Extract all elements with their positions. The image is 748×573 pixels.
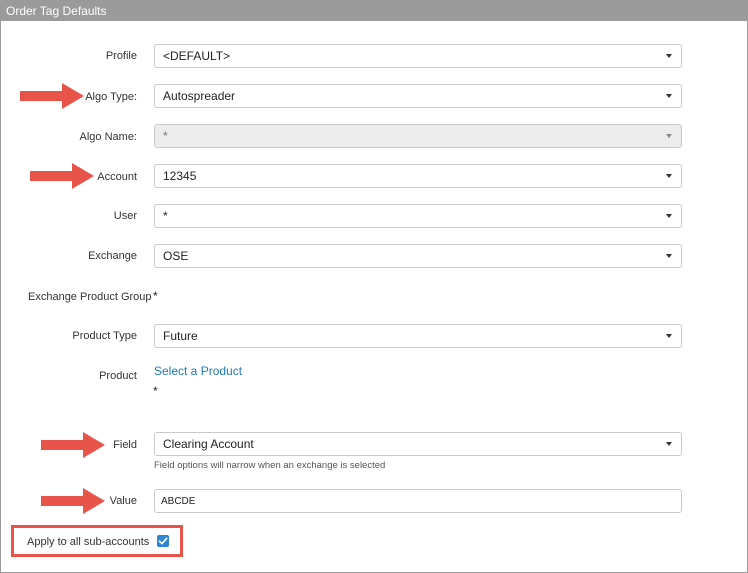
apply-sub-accounts-label: Apply to all sub-accounts [27,536,150,548]
chevron-down-icon [666,334,672,338]
user-value: * [163,209,168,223]
check-icon [158,537,168,545]
profile-label: Profile [105,50,137,62]
red-arrow-icon [20,83,84,109]
apply-sub-accounts-highlight: Apply to all sub-accounts [11,525,183,557]
chevron-down-icon [666,174,672,178]
red-arrow-icon [41,432,105,458]
field-select[interactable]: Clearing Account [154,432,682,456]
account-select[interactable]: 12345 [154,164,682,188]
red-arrow-icon [41,488,105,514]
user-select[interactable]: * [154,204,682,228]
chevron-down-icon [666,94,672,98]
exchange-label: Exchange [88,250,137,262]
chevron-down-icon [666,54,672,58]
product-value: * [153,384,158,398]
profile-select[interactable]: <DEFAULT> [154,44,682,68]
field-value: Clearing Account [163,437,254,451]
algo-type-select[interactable]: Autospreader [154,84,682,108]
order-tag-defaults-panel: Order Tag Defaults Profile <DEFAULT> Alg… [0,0,748,573]
algo-type-value: Autospreader [163,89,236,103]
red-arrow-icon [30,163,94,189]
product-type-label: Product Type [72,330,137,342]
field-hint: Field options will narrow when an exchan… [154,460,386,471]
chevron-down-icon [666,134,672,138]
exchange-product-group-value: * [153,289,158,303]
chevron-down-icon [666,442,672,446]
panel-title: Order Tag Defaults [1,1,748,21]
account-value: 12345 [163,169,197,183]
exchange-value: OSE [163,249,189,263]
value-input[interactable] [154,489,682,513]
product-label: Product [99,370,137,382]
apply-sub-accounts-checkbox[interactable] [157,535,169,547]
exchange-select[interactable]: OSE [154,244,682,268]
product-type-select[interactable]: Future [154,324,682,348]
product-type-value: Future [163,329,198,343]
algo-name-label: Algo Name: [79,131,137,143]
algo-name-value: * [163,129,168,143]
chevron-down-icon [666,254,672,258]
profile-value: <DEFAULT> [163,49,231,63]
user-label: User [113,210,137,222]
chevron-down-icon [666,214,672,218]
select-product-link[interactable]: Select a Product [154,364,242,378]
algo-name-select: * [154,124,682,148]
